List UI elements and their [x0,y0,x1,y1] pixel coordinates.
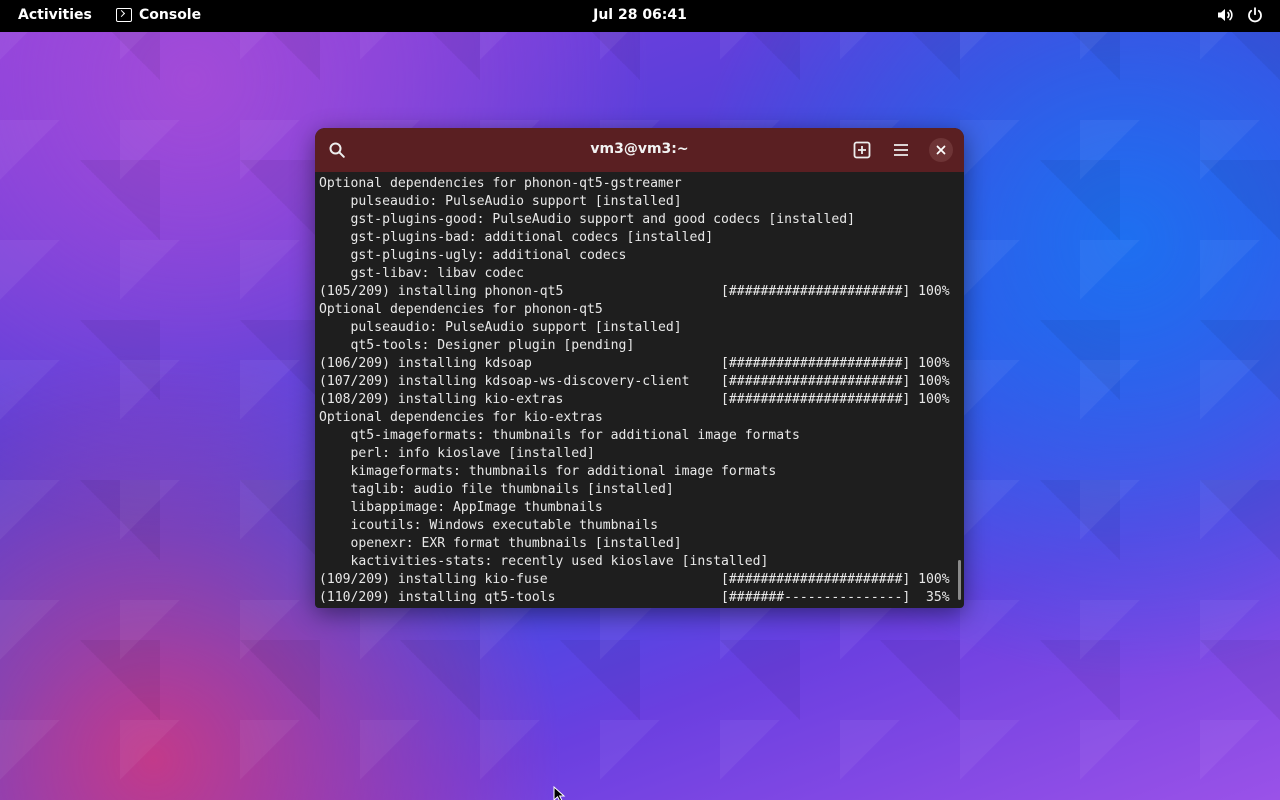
terminal-line: (107/209) installing kdsoap-ws-discovery… [319,374,950,389]
terminal-line: qt5-imageformats: thumbnails for additio… [319,428,800,443]
terminal-line: (106/209) installing kdsoap [###########… [319,356,950,371]
system-tray[interactable] [1216,6,1264,24]
volume-icon[interactable] [1216,6,1234,24]
top-bar: Activities Console Jul 28 06:41 [0,0,1280,32]
terminal-line: kactivities-stats: recently used kioslav… [319,554,769,569]
terminal-window[interactable]: vm3@vm3:~ Optional dependencies for phon… [315,128,964,608]
terminal-line: gst-plugins-ugly: additional codecs [319,248,627,263]
terminal-line: (108/209) installing kio-extras [#######… [319,392,950,407]
terminal-line: Optional dependencies for phonon-qt5-gst… [319,176,682,191]
activities-button[interactable]: Activities [18,7,92,23]
terminal-line: icoutils: Windows executable thumbnails [319,518,658,533]
clock[interactable]: Jul 28 06:41 [593,7,687,23]
terminal-line: gst-libav: libav codec [319,266,524,281]
terminal-line: Optional dependencies for kio-extras [319,410,603,425]
terminal-line: (109/209) installing kio-fuse [#########… [319,572,950,587]
power-icon[interactable] [1246,6,1264,24]
terminal-icon [116,8,132,22]
terminal-line: Optional dependencies for phonon-qt5 [319,302,603,317]
new-tab-icon[interactable] [850,138,874,162]
search-icon[interactable] [325,138,349,162]
terminal-line: (110/209) installing qt5-tools [#######-… [319,590,950,605]
terminal-line: gst-plugins-bad: additional codecs [inst… [319,230,714,245]
mouse-pointer-icon [553,786,566,800]
terminal-line: pulseaudio: PulseAudio support [installe… [319,194,682,209]
terminal-line: qt5-tools: Designer plugin [pending] [319,338,635,353]
close-icon[interactable] [929,138,953,162]
terminal-line: (105/209) installing phonon-qt5 [#######… [319,284,950,299]
terminal-output[interactable]: Optional dependencies for phonon-qt5-gst… [319,175,959,605]
terminal-line: openexr: EXR format thumbnails [installe… [319,536,682,551]
terminal-line: libappimage: AppImage thumbnails [319,500,603,515]
window-titlebar[interactable]: vm3@vm3:~ [315,128,964,172]
terminal-line: gst-plugins-good: PulseAudio support and… [319,212,856,227]
terminal-line: kimageformats: thumbnails for additional… [319,464,777,479]
terminal-scrollbar[interactable] [958,560,961,600]
terminal-line: perl: info kioslave [installed] [319,446,595,461]
app-menu-console[interactable]: Console [116,7,201,23]
terminal-line: taglib: audio file thumbnails [installed… [319,482,674,497]
menu-icon[interactable] [889,138,913,162]
app-menu-label: Console [139,7,202,23]
terminal-line: pulseaudio: PulseAudio support [installe… [319,320,682,335]
